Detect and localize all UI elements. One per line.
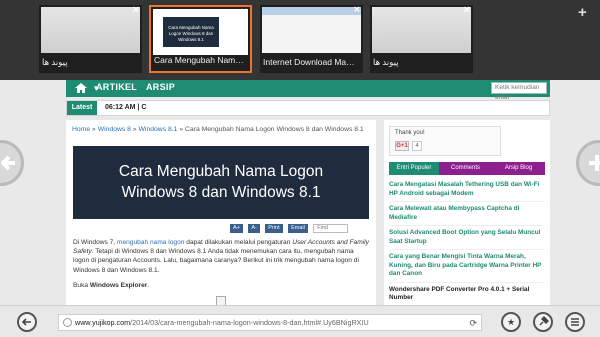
gplus-button[interactable]: G+1 <box>395 141 409 151</box>
tab-strip: پیوند ها × Cara Mengubah Nama Logon Wind… <box>0 0 600 80</box>
close-tab-icon[interactable]: × <box>133 4 139 16</box>
sidebar: Thank you! G+1 4 Entri Populer Comments … <box>384 120 550 305</box>
breadcrumb: Home » Windows 8 » Windows 8.1 » Cara Me… <box>72 126 364 133</box>
latest-text[interactable]: 06:12 AM | C <box>105 101 146 115</box>
tab-thumbnail-3[interactable]: Internet Download Manager: t… × <box>260 4 363 73</box>
popular-posts-list: Cara Mengatasi Masalah Tethering USB dan… <box>389 178 545 305</box>
tab-preview: Cara Mengubah Nama Logon Windows 8 dan W… <box>153 9 248 55</box>
thanks-box: Thank you! G+1 4 <box>389 126 501 156</box>
tab-preview <box>41 7 140 53</box>
new-tab-button[interactable]: + <box>578 4 587 21</box>
gplus-count: 4 <box>412 141 422 151</box>
breadcrumb-windows81[interactable]: Windows 8.1 <box>139 126 178 133</box>
breadcrumb-sep: » <box>179 126 184 133</box>
back-button[interactable] <box>17 312 37 332</box>
close-tab-icon[interactable]: × <box>354 4 360 16</box>
tab-preview <box>372 7 471 53</box>
hero-line-1: Cara Mengubah Nama Logon <box>118 163 324 180</box>
tab-preview <box>262 7 361 53</box>
home-icon[interactable] <box>74 82 88 94</box>
menu-icon <box>571 318 579 326</box>
breadcrumb-sep: » <box>132 126 137 133</box>
favorites-button[interactable]: ★ <box>501 312 521 332</box>
text: . Tetapi di Windows 8 dan Windows 8.1 An… <box>73 248 359 274</box>
text: Buka <box>73 281 90 289</box>
print-button[interactable]: Print <box>265 224 283 233</box>
email-button[interactable]: Email <box>288 224 308 233</box>
article-toolbar: A+ A- Print Email Find <box>230 224 349 234</box>
scroll-handle[interactable] <box>216 296 226 305</box>
latest-ticker: Latest 06:12 AM | C <box>66 100 550 116</box>
pin-icon <box>539 316 549 326</box>
tab-caption: پیوند ها <box>373 57 399 67</box>
latest-label: Latest <box>67 101 97 115</box>
find-input[interactable]: Find <box>313 224 349 233</box>
tab-entri-populer[interactable]: Entri Populer <box>389 162 439 175</box>
new-tab-plus-button[interactable] <box>576 140 600 186</box>
tab-comments[interactable]: Comments <box>439 162 492 175</box>
breadcrumb-home[interactable]: Home <box>72 126 90 133</box>
url-field[interactable]: www.yujikop.com/2014/03/cara-mengubah-na… <box>58 314 482 331</box>
breadcrumb-sep: » <box>92 126 96 133</box>
url-path: /2014/03/cara-mengubah-nama-logon-window… <box>130 318 369 327</box>
tab-caption: پیوند ها <box>42 57 68 67</box>
tab-thumbnail-1[interactable]: پیوند ها × <box>39 4 142 73</box>
tab-thumbnail-2[interactable]: Cara Mengubah Nama Logon Windows 8 dan W… <box>149 5 252 73</box>
pin-button[interactable] <box>533 312 553 332</box>
nav-arsip[interactable]: ARSIP <box>146 82 175 92</box>
close-tab-icon[interactable]: × <box>464 4 470 16</box>
list-item[interactable]: Cara yang Benar Mengisi Tinta Warna Mera… <box>389 250 545 283</box>
article-body: Di Windows 7, mengubah nama logon dapat … <box>73 238 369 296</box>
article-paragraph-2: Buka Windows Explorer. <box>73 281 369 290</box>
article-hero-banner: Cara Mengubah Nama Logon Windows 8 dan W… <box>73 146 369 219</box>
breadcrumb-current: Cara Mengubah Nama Logon Windows 8 dan W… <box>185 126 364 133</box>
site-nav-bar: ▾ ARTIKEL ARSIP Ketik kemudian enter <box>66 80 550 101</box>
article-link[interactable]: mengubah nama logon <box>117 239 184 246</box>
tab-caption: Cara Mengubah Nama Logon <box>154 55 246 65</box>
sidebar-tabs: Entri Populer Comments Arsip Blog <box>389 162 545 175</box>
plus-icon <box>589 155 600 171</box>
text-bold: Windows Explorer <box>89 281 148 289</box>
text: . <box>147 281 150 289</box>
tab-caption: Internet Download Manager: t… <box>263 57 359 67</box>
page-tools-button[interactable] <box>565 312 585 332</box>
article-paragraph-1: Di Windows 7, mengubah nama logon dapat … <box>73 238 369 275</box>
list-item[interactable]: Cara Melewati atau Membypass Captcha di … <box>389 202 545 226</box>
arrow-left-icon <box>21 318 31 326</box>
prev-page-button[interactable] <box>0 140 24 186</box>
text: dapat dilakukan melalui pengaturan <box>184 239 293 246</box>
close-tab-icon[interactable]: × <box>241 6 247 18</box>
browser-address-bar: www.yujikop.com/2014/03/cara-mengubah-na… <box>0 305 600 337</box>
list-item[interactable]: Wondershare PDF Converter Pro 4.0.1 + Se… <box>389 283 545 306</box>
nav-artikel[interactable]: ARTIKEL <box>96 82 137 92</box>
hero-line-2: Windows 8 dan Windows 8.1 <box>121 184 321 201</box>
main-content: Home » Windows 8 » Windows 8.1 » Cara Me… <box>66 120 376 305</box>
font-decrease-button[interactable]: A- <box>248 224 260 233</box>
text: Di Windows 7, <box>73 239 117 246</box>
tab-preview-hero: Cara Mengubah Nama Logon Windows 8 dan W… <box>163 17 219 47</box>
breadcrumb-windows8[interactable]: Windows 8 <box>98 126 131 133</box>
tab-arsip-blog[interactable]: Arsip Blog <box>492 162 545 175</box>
list-item[interactable]: Cara Mengatasi Masalah Tethering USB dan… <box>389 178 545 202</box>
web-page: ▾ ARTIKEL ARSIP Ketik kemudian enter Lat… <box>0 80 600 305</box>
url-domain: www.yujikop.com <box>75 318 131 327</box>
font-increase-button[interactable]: A+ <box>230 224 243 233</box>
star-icon: ★ <box>506 317 516 327</box>
thanks-text: Thank you! <box>395 130 425 136</box>
arrow-left-icon <box>1 155 15 171</box>
globe-icon <box>63 318 72 327</box>
refresh-icon[interactable]: ⟳ <box>469 316 477 330</box>
site-search-input[interactable]: Ketik kemudian enter <box>491 82 547 101</box>
list-item[interactable]: Solusi Advanced Boot Option yang Selalu … <box>389 226 545 250</box>
tab-thumbnail-4[interactable]: پیوند ها × <box>370 4 473 73</box>
